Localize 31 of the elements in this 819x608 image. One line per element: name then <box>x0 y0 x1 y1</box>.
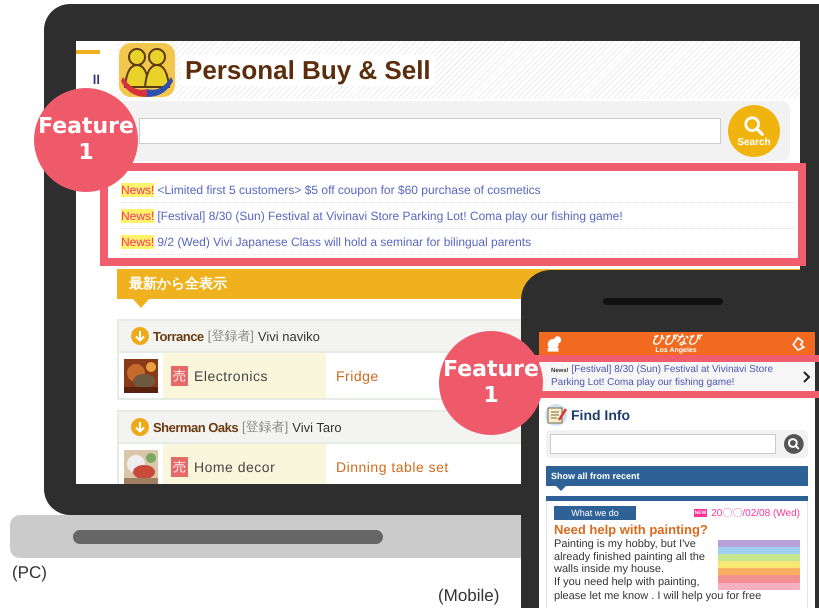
news-link[interactable]: 9/2 (Wed) Vivi Japanese Class will hold a seminar for bilingual parents <box>157 234 532 248</box>
device-caption: (PC) <box>12 563 47 583</box>
registrant-name: Vivi Taro <box>292 420 342 434</box>
category-label: Home decor <box>194 458 276 474</box>
post-text: If you need help with painting, <box>554 576 701 588</box>
nav-fragment: ll <box>92 72 100 87</box>
news-tag: News! <box>121 208 154 222</box>
registrant-label: [登録者] <box>208 327 254 345</box>
post-text: Painting is my hobby, but I've already finished painting all the walls inside my house. <box>554 538 706 576</box>
news-tag: News! <box>121 234 154 248</box>
registrant-name: Vivi naviko <box>258 328 320 344</box>
sell-badge: 売 <box>171 456 188 476</box>
section-header: Show all from recent <box>546 466 808 486</box>
area-name[interactable]: Torrance <box>153 328 204 344</box>
section-title: Find Info <box>571 407 630 423</box>
site-title: Personal Buy & Sell <box>181 54 435 86</box>
registrant-label: [登録者] <box>242 418 288 436</box>
app-logo: ひびなび <box>652 332 700 346</box>
device-caption: (Mobile) <box>438 586 500 606</box>
news-tag: News! <box>121 182 154 196</box>
sell-badge: 売 <box>171 366 188 386</box>
category-label: Electronics <box>194 368 268 384</box>
news-link[interactable]: <Limited first 5 customers> $5 off coupon for $60 purchase of cosmetics <box>157 182 541 196</box>
item-link[interactable]: Fridge <box>336 368 379 384</box>
area-name[interactable]: Sherman Oaks <box>153 420 238 434</box>
post-date: 20〇〇/02/08 (Wed) <box>711 507 800 520</box>
news-link[interactable]: [Festival] 8/30 (Sun) Festival at Vivinavi Store Parking Lot! Coma play our fishing game! <box>157 208 623 222</box>
post-title[interactable]: Need help with painting? <box>554 522 800 538</box>
item-link[interactable]: Dinning table set <box>336 458 449 474</box>
post-text: please let me know . I will help you for free <box>554 590 762 602</box>
category-tag[interactable]: What we do <box>554 506 636 520</box>
